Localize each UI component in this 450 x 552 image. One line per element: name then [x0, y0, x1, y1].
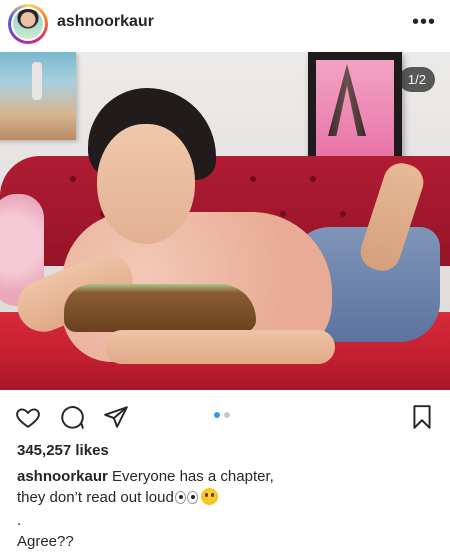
wall-painting-left — [0, 52, 76, 140]
forearm — [105, 330, 335, 364]
avatar[interactable] — [8, 4, 48, 44]
post-photo[interactable]: 1/2 — [0, 52, 450, 390]
eyes-emoji-icon — [174, 489, 199, 510]
heart-icon[interactable] — [15, 404, 41, 430]
caption-text-line3: . — [17, 512, 22, 529]
ukulele — [64, 284, 256, 332]
caption-text-line4: Agree?? — [17, 533, 74, 550]
image-counter: 1/2 — [398, 67, 435, 92]
carousel-dot — [224, 412, 230, 418]
comment-icon[interactable] — [59, 404, 85, 430]
shushing-face-emoji-icon — [200, 488, 218, 505]
caption-text-line2: they don’t read out loud — [17, 489, 174, 506]
more-options-icon[interactable]: ••• — [412, 12, 436, 32]
face — [97, 124, 195, 244]
caption-username[interactable]: ashnoorkaur — [17, 468, 108, 485]
caption-text-line1: Everyone has a chapter, — [112, 468, 274, 485]
carousel-dot-active — [214, 412, 220, 418]
likes-count[interactable]: 345,257 likes — [17, 442, 109, 459]
post-header: ashnoorkaur ••• — [0, 0, 450, 52]
send-icon[interactable] — [103, 404, 129, 430]
avatar-photo — [13, 9, 43, 39]
caption: ashnoorkaur Everyone has a chapter, they… — [17, 466, 437, 552]
bookmark-icon[interactable] — [409, 404, 435, 430]
carousel-indicator — [214, 412, 230, 418]
username[interactable]: ashnoorkaur — [57, 13, 154, 31]
